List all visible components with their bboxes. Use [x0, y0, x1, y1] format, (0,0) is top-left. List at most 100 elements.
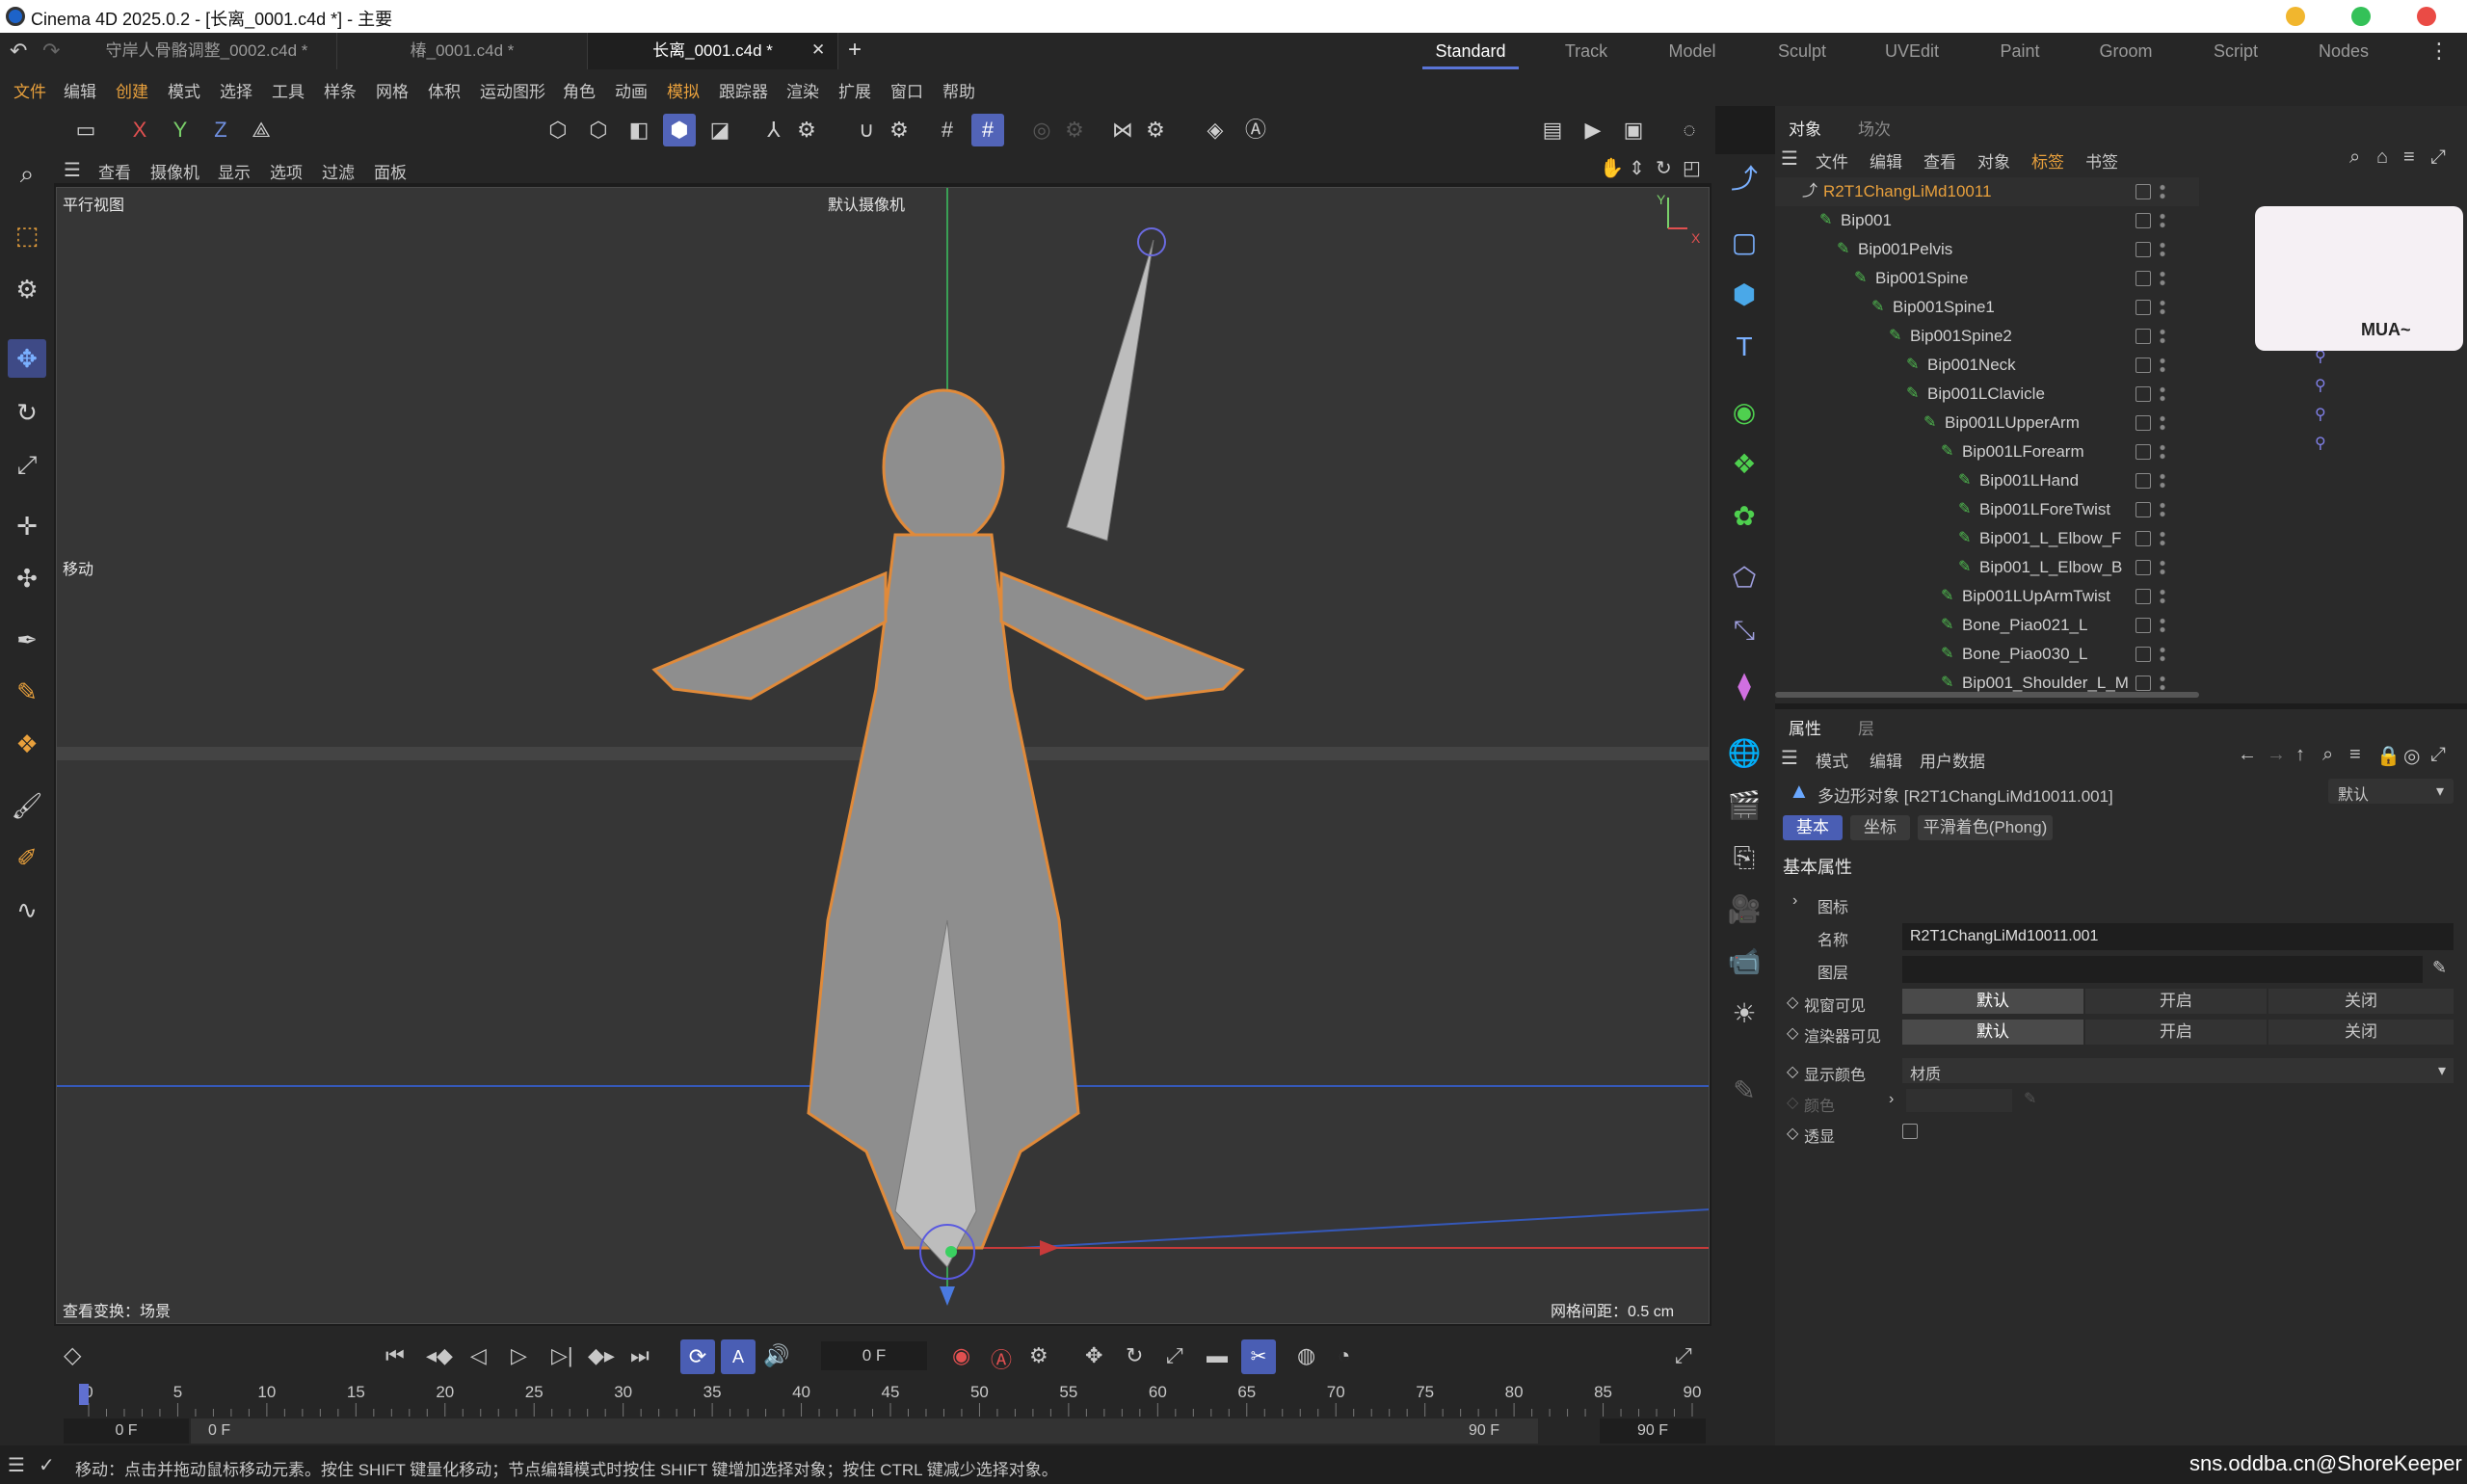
close-tab-icon[interactable]: ✕ — [811, 40, 825, 60]
end-frame-field[interactable]: 90 F — [1600, 1418, 1706, 1444]
menu-extensions[interactable]: 扩展 — [838, 78, 871, 102]
menu-edit[interactable]: 编辑 — [64, 78, 96, 102]
menu-simulate[interactable]: 模拟 — [667, 78, 700, 102]
symmetry-settings-icon[interactable]: ⚙ — [1139, 114, 1172, 146]
start-frame-field[interactable]: 0 F — [64, 1418, 189, 1444]
doc-tab-1[interactable]: 守岸人骨骼调整_0002.c4d * — [77, 33, 337, 69]
layout-sculpt[interactable]: Sculpt — [1754, 33, 1850, 69]
prev-frame-icon[interactable]: ◁ — [470, 1343, 487, 1368]
vis-render-on[interactable]: 开启 — [2085, 1020, 2267, 1045]
maximize-view-icon[interactable]: ◰ — [1683, 156, 1701, 180]
null-object-icon[interactable]: ⤴ — [1723, 158, 1765, 200]
layout-groom[interactable]: Groom — [2078, 33, 2174, 69]
keyframe-diamond-icon[interactable]: ◇ — [1787, 1023, 1798, 1043]
tree-row[interactable]: ✎ Bip001 — [1775, 206, 2199, 235]
polygon-pen-icon[interactable]: ❖ — [8, 725, 46, 763]
ik-tag-icon[interactable]: ⚲ — [2315, 434, 2326, 453]
attr-search-icon[interactable]: ⌕ — [2322, 744, 2333, 766]
tree-row[interactable]: ✎ Bip001LForearm — [1775, 437, 2199, 466]
autokey-icon[interactable]: Ⓐ — [991, 1343, 1012, 1374]
spline-rectangle-icon[interactable]: ▢ — [1723, 222, 1765, 264]
menu-mode[interactable]: 模式 — [168, 78, 200, 102]
forward-arrow-icon[interactable]: → — [2267, 744, 2286, 766]
next-frame-icon[interactable]: ▷| — [551, 1343, 573, 1368]
workplane-icon[interactable]: # — [971, 114, 1004, 146]
deformer-icon[interactable]: ⬠ — [1723, 557, 1765, 599]
layout-paint[interactable]: Paint — [1972, 33, 2068, 69]
attr-menu-userdata[interactable]: 用户数据 — [1920, 748, 1985, 772]
obj-search-icon[interactable]: ⌕ — [2349, 146, 2360, 169]
cloner-icon[interactable]: ❖ — [1723, 443, 1765, 486]
subtab-basic[interactable]: 基本 — [1783, 815, 1843, 840]
goto-start-icon[interactable]: ⏮ — [385, 1343, 405, 1368]
vp-menu-display[interactable]: 显示 — [218, 159, 251, 183]
cube-icon[interactable]: ⬢ — [1723, 274, 1765, 316]
menu-window[interactable]: 窗口 — [890, 78, 923, 102]
scene-icon[interactable]: 🎬 — [1723, 784, 1765, 827]
status-menu-icon[interactable]: ☰ — [8, 1453, 25, 1477]
dolly-icon[interactable]: ⇕ — [1629, 156, 1645, 180]
spline-pen-icon[interactable]: ✎ — [8, 673, 46, 711]
motion-clip-icon[interactable]: ◔ — [1338, 1343, 1350, 1368]
render-settings-icon[interactable]: ◌ — [1673, 114, 1706, 146]
grid-icon[interactable]: # — [931, 114, 964, 146]
placement-tool-icon[interactable]: ✣ — [8, 559, 46, 597]
menu-file[interactable]: 文件 — [13, 78, 46, 102]
menu-spline[interactable]: 样条 — [324, 78, 357, 102]
new-tab-icon[interactable]: + — [848, 37, 862, 64]
icon-expand-chevron-icon[interactable]: › — [1792, 892, 1797, 910]
tab-takes[interactable]: 场次 — [1858, 116, 1891, 140]
maximize-button[interactable] — [2351, 7, 2371, 26]
tree-row[interactable]: ✎ Bip001Spine2 — [1775, 322, 2199, 351]
search-icon[interactable]: ⌕ — [8, 154, 46, 193]
vis-render-off[interactable]: 关闭 — [2268, 1020, 2454, 1045]
edit-icon[interactable]: ✎ — [1723, 1070, 1765, 1112]
menu-help[interactable]: 帮助 — [942, 78, 975, 102]
tree-row[interactable]: ✎ Bone_Piao021_L — [1775, 611, 2199, 640]
uv-mode-icon[interactable]: ◪ — [703, 114, 736, 146]
soft-selection-settings-icon[interactable]: ⚙ — [1058, 114, 1091, 146]
axis-mode-icon[interactable]: ⅄ — [757, 114, 790, 146]
coordinate-system-icon[interactable]: ⟁ — [245, 114, 278, 146]
viewport-solo-icon[interactable]: ◈ — [1199, 114, 1232, 146]
tree-row[interactable]: ✎ Bone_Piao030_L — [1775, 640, 2199, 669]
attr-hamburger-icon[interactable]: ☰ — [1781, 746, 1798, 770]
3d-viewport[interactable]: 平行视图 默认摄像机 移动 查看变换：场景 网格间距：0.5 cm Y X — [56, 187, 1710, 1324]
tree-row[interactable]: ✎ Bip001Spine1 — [1775, 293, 2199, 322]
playhead[interactable] — [79, 1384, 89, 1405]
back-arrow-icon[interactable]: ← — [2238, 744, 2257, 766]
obj-expand-icon[interactable]: ⤢ — [2430, 146, 2446, 169]
vp-menu-camera[interactable]: 摄像机 — [150, 159, 199, 183]
attr-target-icon[interactable]: ◎ — [2403, 744, 2420, 768]
soft-selection-icon[interactable]: ◎ — [1025, 114, 1058, 146]
more-icon[interactable]: ⋮ — [2428, 39, 2450, 64]
camera-target-icon[interactable]: 📹 — [1723, 941, 1765, 983]
object-manager-icon[interactable]: ▭ — [69, 114, 102, 146]
preset-dropdown[interactable]: 默认 ▾ — [2328, 779, 2454, 804]
tree-row[interactable]: ✎ Bip001LClavicle — [1775, 380, 2199, 409]
axis-y-button[interactable]: Y — [164, 114, 197, 146]
text-icon[interactable]: T — [1723, 326, 1765, 368]
timeline-expand-icon[interactable]: ⤢ — [1675, 1343, 1692, 1368]
motion-system-icon[interactable]: ◍ — [1297, 1343, 1315, 1368]
layout-nodes[interactable]: Nodes — [2295, 33, 2392, 69]
xray-checkbox[interactable] — [1902, 1124, 1918, 1139]
hamburger-icon[interactable]: ☰ — [64, 158, 81, 182]
axis-z-button[interactable]: Z — [204, 114, 237, 146]
obj-home-icon[interactable]: ⌂ — [2376, 146, 2388, 169]
polygons-mode-icon[interactable]: ◧ — [623, 114, 655, 146]
layout-script[interactable]: Script — [2188, 33, 2284, 69]
knife-icon[interactable]: ✐ — [8, 838, 46, 877]
ik-tag-icon[interactable]: ⚲ — [2315, 376, 2326, 395]
tab-attributes[interactable]: 属性 — [1789, 715, 1821, 739]
frame-range-bar[interactable]: 0 F 90 F — [191, 1418, 1538, 1444]
icon-section-label[interactable]: 图标 — [1817, 894, 1848, 917]
move-tool-icon[interactable]: ✥ — [8, 339, 46, 378]
timeline-ruler[interactable]: 051015202530354045505560657075808590 — [54, 1378, 1711, 1417]
vis-editor-on[interactable]: 开启 — [2085, 989, 2267, 1014]
undo-icon[interactable]: ↶ — [10, 39, 27, 64]
menu-mesh[interactable]: 网格 — [376, 78, 409, 102]
menu-character[interactable]: 角色 — [563, 78, 596, 102]
layout-track[interactable]: Track — [1538, 33, 1634, 69]
tree-row[interactable]: ✎ Bip001Neck — [1775, 351, 2199, 380]
